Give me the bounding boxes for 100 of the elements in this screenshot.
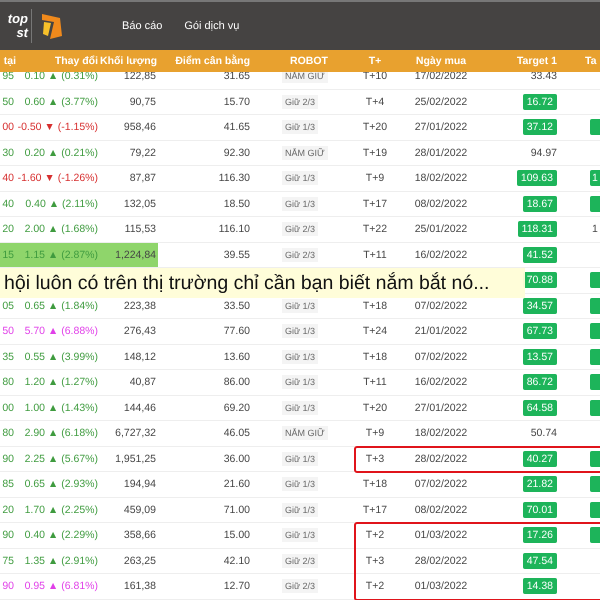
price-cell-text: 00: [1, 121, 15, 134]
target-badge: 109.63: [516, 170, 557, 186]
t-plus-cell-text: T+18: [362, 300, 388, 312]
target-cell: 94.97: [530, 146, 557, 159]
robot-status: Giữ 1/3: [282, 477, 318, 492]
column-header[interactable]: Ta: [560, 55, 600, 67]
t-plus-cell-text: T+18: [362, 350, 388, 363]
column-header[interactable]: Điểm cân bằng: [158, 55, 270, 67]
t-plus-cell-text: T+10: [362, 70, 388, 82]
date-cell-text: 08/02/2022: [414, 504, 468, 516]
change-cell-text: 1.70 ▲ (2.25%): [24, 504, 99, 516]
price-cell-text: 85: [1, 478, 15, 490]
date-cell-text: 08/02/2022: [414, 198, 468, 210]
volume-cell-text: 276,43: [122, 325, 157, 338]
change-cell-text: 0.10 ▲ (0.31%): [24, 70, 99, 82]
price-cell-text: 90: [1, 580, 15, 592]
volume-cell-text: 6,727,32: [114, 427, 157, 440]
column-header[interactable]: Target 1: [480, 55, 560, 67]
balance-cell-text: 71.00: [222, 504, 251, 516]
logo-text: top: [8, 12, 28, 26]
date-cell-text: 01/03/2022: [414, 580, 468, 592]
t-plus-cell-text: T+11: [362, 376, 388, 388]
balance-cell-text: 42.10: [222, 554, 251, 567]
balance-cell-text: 69.20: [222, 402, 251, 414]
robot-status: Giữ 1/3: [282, 400, 318, 415]
price-cell-text: 30: [1, 146, 15, 159]
column-header[interactable]: Khối lượng: [100, 55, 158, 67]
target-badge: 64.58: [522, 400, 557, 416]
t-plus-cell-text: T+9: [364, 427, 386, 440]
target-cell-text: 1: [591, 223, 598, 236]
volume-cell-text: 358,66: [122, 529, 157, 542]
price-cell-text: 05: [1, 300, 15, 312]
column-header[interactable]: ROBOT: [270, 55, 348, 67]
target-badge: 21.82: [522, 476, 557, 492]
date-cell-text: 28/01/2022: [414, 146, 468, 159]
logo[interactable]: top st: [0, 9, 32, 43]
robot-status: Giữ 2/3: [282, 554, 318, 568]
t-plus-cell-text: T+17: [362, 198, 388, 210]
date-cell-text: 16/02/2022: [414, 376, 468, 388]
t-plus-cell-text: T+17: [362, 504, 388, 516]
change-cell-text: 1.35 ▲ (2.91%): [24, 554, 99, 567]
price-cell-text: 40: [1, 198, 15, 210]
column-header[interactable]: Thay đổi: [16, 55, 100, 67]
t-plus-cell-text: T+4: [364, 96, 386, 108]
logo-text: st: [16, 26, 28, 40]
change-cell-text: 1.20 ▲ (1.27%): [24, 376, 99, 388]
target-badge: 18.67: [522, 196, 557, 212]
nav-link[interactable]: Gói dịch vụ: [184, 20, 240, 32]
column-header[interactable]: Ngày mua: [402, 55, 480, 67]
price-cell-text: 95: [1, 70, 15, 82]
change-cell-text: 2.25 ▲ (5.67%): [24, 452, 99, 465]
target-cell: 50.74: [530, 427, 557, 440]
robot-status: Giữ 1/3: [282, 502, 318, 517]
volume-cell-text: 459,09: [122, 504, 157, 516]
change-cell-text: -1.60 ▼ (-1.26%): [16, 172, 99, 184]
target-cell: 33.43: [530, 70, 557, 82]
change-cell-text: 0.40 ▲ (2.29%): [24, 529, 99, 542]
target-badge: 13.57: [522, 348, 557, 365]
balance-cell-text: 13.60: [222, 350, 251, 363]
balance-cell-text: 92.30: [222, 146, 251, 159]
date-cell-text: 18/02/2022: [414, 172, 468, 184]
volume-cell-text: 148,12: [122, 350, 157, 363]
robot-status: Giữ 1/3: [282, 324, 318, 338]
change-cell-text: 0.20 ▲ (0.21%): [24, 146, 99, 159]
t-plus-cell-text: T+2: [364, 580, 386, 592]
volume-cell-text: 958,46: [122, 121, 157, 134]
change-cell-text: 0.55 ▲ (3.99%): [24, 350, 99, 363]
target-badge: 40.27: [522, 450, 557, 467]
robot-status: NẮM GIỮ: [282, 146, 328, 160]
volume-cell-text: 194,94: [122, 478, 157, 490]
robot-status: Giữ 2/3: [282, 248, 318, 262]
change-cell-text: 1.15 ▲ (2.87%): [24, 248, 99, 261]
change-cell-text: -0.50 ▼ (-1.15%): [16, 121, 99, 134]
target-badge: 34.57: [522, 298, 557, 314]
date-cell-text: 25/01/2022: [414, 223, 468, 236]
target-badge: 67.73: [522, 323, 557, 340]
date-cell-text: 28/02/2022: [414, 554, 468, 567]
price-cell-text: 00: [1, 402, 15, 414]
volume-cell-text: 263,25: [122, 554, 157, 567]
change-cell-text: 5.70 ▲ (6.88%): [24, 325, 99, 338]
target-badge: 16.72: [522, 94, 557, 110]
volume-cell-text: 115,53: [124, 223, 157, 236]
robot-status: Giữ 1/3: [282, 298, 318, 313]
target-badge: 37.12: [522, 119, 557, 136]
robot-status: Giữ 1/3: [282, 196, 318, 211]
price-cell-text: 75: [1, 554, 15, 567]
date-cell-text: 28/02/2022: [414, 452, 468, 465]
balance-cell-text: 77.60: [222, 325, 251, 338]
date-cell-text: 27/01/2022: [414, 402, 468, 414]
t-plus-cell-text: T+9: [364, 172, 386, 184]
t-plus-cell-text: T+24: [362, 325, 388, 338]
t-plus-cell-text: T+2: [364, 529, 386, 542]
column-header[interactable]: T+: [348, 55, 402, 67]
nav-link[interactable]: Báo cáo: [122, 20, 162, 32]
volume-cell-text: 161,38: [122, 580, 157, 592]
volume-cell-text: 1,224,84: [114, 248, 157, 261]
t-plus-cell-text: T+19: [362, 146, 388, 159]
price-cell-text: 15: [1, 248, 15, 261]
column-header[interactable]: tại: [0, 55, 16, 67]
date-cell-text: 18/02/2022: [414, 427, 468, 440]
